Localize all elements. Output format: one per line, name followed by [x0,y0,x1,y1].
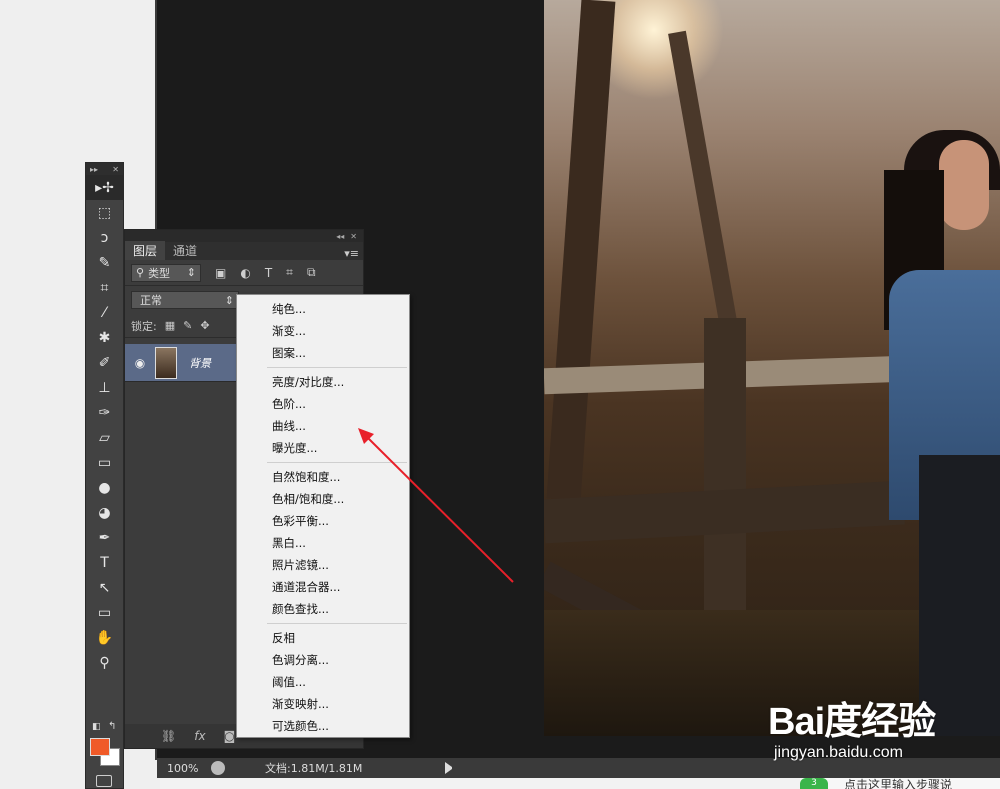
history-brush-tool[interactable]: ✑ [86,400,123,425]
healing-brush-tool[interactable]: ✱ [86,325,123,350]
menu-item[interactable]: 曝光度... [237,437,409,459]
quick-mask-icon[interactable] [96,775,112,787]
step-input-hint[interactable]: 点击这里输入步骤说 [844,776,952,789]
pixel-filter-icon[interactable]: ▣ [215,266,226,280]
pen-tool[interactable]: ✒ [86,525,123,550]
menu-item[interactable]: 色彩平衡... [237,510,409,532]
swap-colors-icon[interactable]: ↰ [108,721,116,732]
collapse-icon[interactable]: ◂◂ [336,232,344,241]
close-icon[interactable]: ✕ [350,232,357,241]
menu-item[interactable]: 色相/饱和度... [237,488,409,510]
blend-mode-select[interactable]: 正常 ⇕ [131,291,239,309]
step-number-badge: 3 [800,778,828,789]
zoom-tool[interactable]: ⚲ [86,650,123,675]
layer-thumbnail [155,346,177,379]
tool-list: ▸✢ ⬚ ↄ ✎ ⌗ ⁄ ✱ ✐ ⊥ ✑ ▱ ▭ ● ◕ ✒ T ↖ ▭ ✋ ⚲ [86,175,123,675]
tools-panel-header[interactable]: ▸▸ ✕ [86,163,123,175]
filter-label: 类型 [148,266,171,280]
menu-item[interactable]: 色调分离... [237,649,409,671]
status-info-icon[interactable] [211,761,225,775]
menu-item[interactable]: 色阶... [237,393,409,415]
crop-tool[interactable]: ⌗ [86,275,123,300]
chevron-updown-icon: ⇕ [186,266,196,279]
menu-item[interactable]: 曲线... [237,415,409,437]
menu-item[interactable]: 反相 [237,627,409,649]
tools-panel: ▸▸ ✕ ▸✢ ⬚ ↄ ✎ ⌗ ⁄ ✱ ✐ ⊥ ✑ ▱ ▭ ● ◕ ✒ T ↖ ▭ ✋ ⚲ ◧ ↰ [85,162,124,789]
path-selection-tool[interactable]: ↖ [86,575,123,600]
lasso-tool[interactable]: ↄ [86,225,123,250]
panel-menu-icon[interactable]: ▾≡ [344,247,363,260]
close-icon[interactable]: ✕ [112,165,119,174]
menu-item[interactable]: 纯色... [237,298,409,320]
panel-tabs: 图层 通道 ▾≡ [125,241,363,260]
move-tool[interactable]: ▸✢ [86,175,123,200]
hand-tool[interactable]: ✋ [86,625,123,650]
step-strip: 3 点击这里输入步骤说 [800,778,1000,789]
quick-selection-tool[interactable]: ✎ [86,250,123,275]
lock-label: 锁定: [131,319,157,333]
tab-channels[interactable]: 通道 [165,241,205,260]
menu-item[interactable]: 阈值... [237,671,409,693]
status-menu-arrow-icon[interactable] [445,762,457,774]
menu-separator [267,623,407,624]
blur-tool[interactable]: ● [86,475,123,500]
person-face [939,140,989,230]
lock-transparency-icon[interactable]: ▦ [165,319,175,332]
menu-item[interactable]: 照片滤镜... [237,554,409,576]
tab-layers[interactable]: 图层 [125,241,166,260]
smart-object-filter-icon[interactable]: ⧉ [307,265,316,280]
tree-trunk [546,0,616,501]
menu-item[interactable]: 颜色查找... [237,598,409,620]
type-filter-icon[interactable]: T [265,266,272,280]
search-icon: ⚲ [136,266,145,279]
blend-mode-value: 正常 [140,294,162,307]
adjustment-context-menu: 纯色... 渐变... 图案... 亮度/对比度... 色阶... 曲线... 曝光度...… [236,294,410,738]
menu-item[interactable]: 通道混合器... [237,576,409,598]
add-mask-icon[interactable]: ◙ [224,729,236,743]
menu-item[interactable]: 黑白... [237,532,409,554]
brush-tool[interactable]: ✐ [86,350,123,375]
collapse-icon[interactable]: ▸▸ [90,165,98,174]
menu-item[interactable]: 自然饱和度... [237,466,409,488]
watermark-url: jingyan.baidu.com [774,744,903,761]
fence-rail [544,480,905,544]
dodge-tool[interactable]: ◕ [86,500,123,525]
document-image[interactable] [544,0,1000,736]
marquee-tool[interactable]: ⬚ [86,200,123,225]
layer-filter-row: ⚲ 类型 ⇕ ▣ ◐ T ⌗ ⧉ [125,260,363,286]
gradient-tool[interactable]: ▭ [86,450,123,475]
visibility-eye-icon[interactable]: ◉ [125,356,155,370]
menu-separator [267,462,407,463]
watermark-logo: Bai度经验 [768,701,936,743]
layer-filter-select[interactable]: ⚲ 类型 ⇕ [131,263,201,282]
clone-stamp-tool[interactable]: ⊥ [86,375,123,400]
eraser-tool[interactable]: ▱ [86,425,123,450]
menu-item[interactable]: 图案... [237,342,409,364]
foreground-color-swatch[interactable] [90,738,110,756]
fx-icon[interactable]: fx [194,729,205,743]
adjustment-filter-icon[interactable]: ◐ [240,266,250,280]
chevron-updown-icon: ⇕ [224,293,234,307]
menu-item[interactable]: 渐变... [237,320,409,342]
zoom-level[interactable]: 100% [157,762,203,775]
menu-separator [267,367,407,368]
lock-brush-icon[interactable]: ✎ [183,319,192,332]
eyedropper-tool[interactable]: ⁄ [86,300,123,325]
menu-item[interactable]: 渐变映射... [237,693,409,715]
menu-item[interactable]: 亮度/对比度... [237,371,409,393]
layer-name[interactable]: 背景 [189,355,211,371]
rectangle-tool[interactable]: ▭ [86,600,123,625]
default-colors-icon[interactable]: ◧ [92,722,101,732]
type-tool[interactable]: T [86,550,123,575]
link-layers-icon[interactable]: ⛓ [161,729,176,743]
shape-filter-icon[interactable]: ⌗ [286,265,293,280]
menu-item[interactable]: 可选颜色... [237,715,409,737]
baidu-watermark: Bai度经验 jingyan.baidu.com [768,690,936,761]
document-size-info: 文档:1.81M/1.81M [265,762,363,775]
lock-move-icon[interactable]: ✥ [200,319,209,332]
